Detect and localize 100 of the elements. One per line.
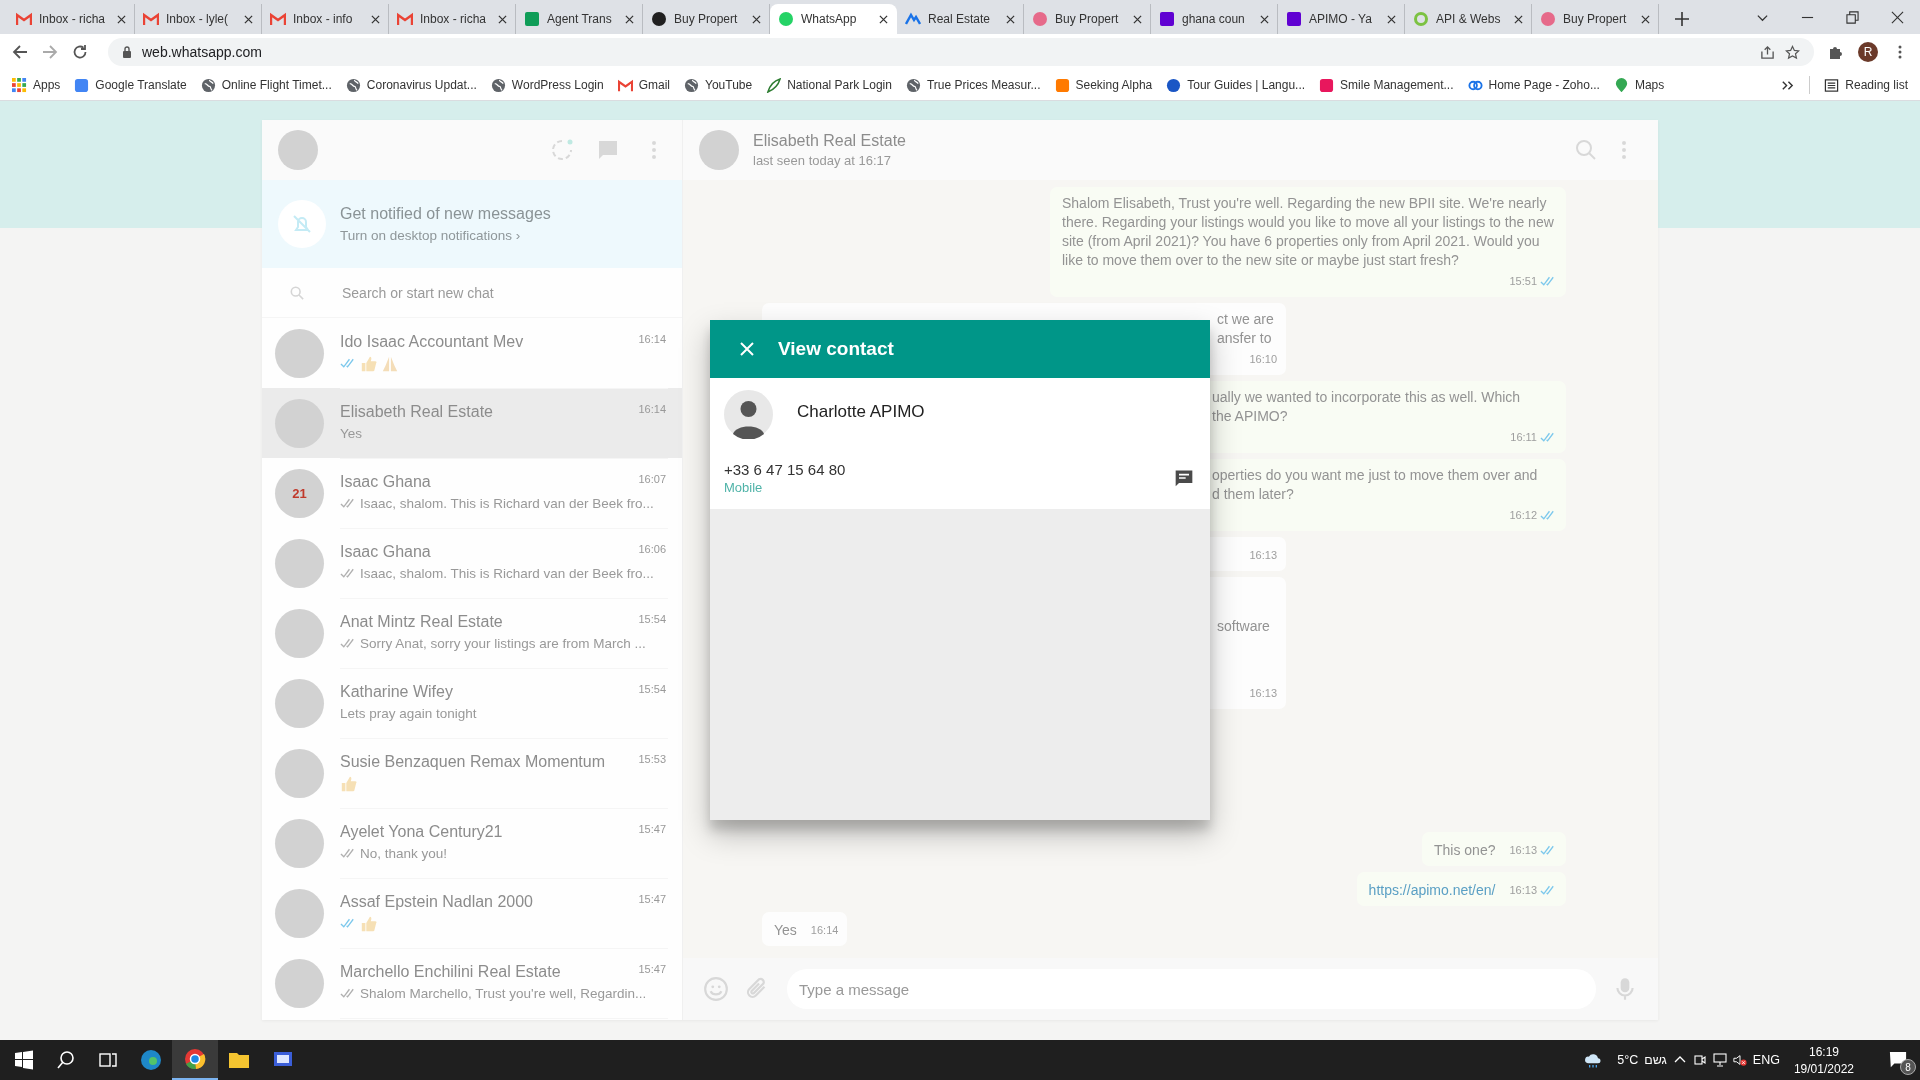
clock[interactable]: 16:19 19/01/2022 (1793, 1044, 1854, 1076)
close-icon[interactable] (1006, 14, 1015, 24)
search-icon (290, 285, 304, 300)
chat-list-item[interactable]: 21 Isaac Ghana 16:07 Isaac, shalom. This is Richard van der Beek fro... (262, 458, 682, 528)
lock-icon (122, 46, 132, 58)
search-icon[interactable] (56, 1050, 76, 1070)
search-field[interactable]: Search or start new chat (340, 283, 644, 302)
tab-title: Inbox - richa (420, 12, 488, 26)
language-indicator[interactable]: ENG (1752, 1053, 1780, 1067)
temperature-text: 5°C (1617, 1053, 1639, 1067)
tab-title: Real Estate (928, 12, 992, 26)
chat-name: Isaac Ghana (340, 542, 431, 561)
tab-title: APIMO - Ya (1309, 12, 1373, 26)
app-icon (139, 1048, 163, 1072)
chat-name: Ido Isaac Accountant Mev (340, 332, 524, 351)
site-icon (1319, 77, 1335, 93)
message-preview: No, thank you! (360, 846, 448, 861)
tab-title: Inbox - info (293, 12, 354, 26)
chat-time: 16:06 (638, 542, 667, 557)
star-icon[interactable] (1785, 44, 1800, 60)
thumbs-up-icon (340, 774, 358, 793)
close-icon[interactable] (752, 14, 761, 24)
close-icon[interactable] (1641, 14, 1650, 24)
bookmark-link[interactable]: Gmail (617, 77, 671, 93)
close-icon[interactable] (1133, 14, 1142, 24)
camera-icon[interactable] (1692, 1053, 1707, 1067)
profile-avatar[interactable]: R (1858, 42, 1878, 62)
close-icon[interactable] (498, 14, 507, 24)
favicon-icon (143, 11, 159, 27)
close-icon[interactable] (1891, 10, 1904, 24)
message-text: Shalom Elisabeth, Trust you're well. Regarding the new BPII site. We're nearly there. Regarding your listings would you like to move all your listings to the new site (from April 2021)? You have 6 properties only from April 2021. Would you like to move them over to the new site or maybe just start fresh? (1062, 194, 1555, 270)
network-icon[interactable] (1712, 1053, 1727, 1067)
plus-icon[interactable] (1675, 12, 1689, 26)
chat-name: Assaf Epstein Nadlan 2000 (340, 892, 533, 911)
message-preview: Shalom Marchello, Trust you're well, Regardin... (360, 986, 647, 1001)
windows-logo-icon[interactable] (14, 1050, 34, 1070)
bookmark-link[interactable]: Maps (1613, 77, 1665, 93)
chat-time: 15:47 (638, 962, 667, 977)
favicon-icon (1413, 11, 1429, 27)
avatar (275, 538, 324, 588)
close-icon[interactable] (1260, 14, 1269, 24)
bookmark-link[interactable]: Coronavirus Updat... (345, 77, 477, 93)
globe-icon (684, 77, 700, 93)
address-bar[interactable]: web.whatsapp.com (108, 38, 1814, 66)
reading-list-button[interactable]: Reading list (1824, 77, 1908, 93)
bookmark-link[interactable]: National Park Login (766, 77, 892, 93)
favicon-icon (1540, 11, 1556, 27)
task-view-icon[interactable] (98, 1050, 118, 1070)
notification-count: 8 (1900, 1059, 1916, 1075)
weather-text: גשם (1644, 1053, 1667, 1067)
message-text: ct we are ansfer to (1217, 310, 1275, 348)
message-icon[interactable] (1174, 468, 1194, 488)
muted-speaker-icon[interactable] (1732, 1053, 1747, 1067)
bookmark-link[interactable]: Smile Management... (1319, 77, 1454, 93)
globe-icon (200, 77, 216, 93)
chat-time: 16:14 (638, 402, 667, 417)
taskbar-app[interactable] (172, 1040, 218, 1080)
grid-icon (12, 77, 27, 93)
muted-bell-icon (278, 200, 326, 248)
back-arrow-icon[interactable] (12, 44, 28, 60)
close-icon[interactable] (625, 14, 634, 24)
chat-time: 15:54 (638, 612, 667, 627)
bookmark-link[interactable]: Home Page - Zoho... (1467, 77, 1600, 93)
chat-name: Elisabeth Real Estate (340, 402, 493, 421)
puzzle-icon[interactable] (1828, 44, 1844, 60)
bookmark-link[interactable]: WordPress Login (490, 77, 604, 93)
message-text: operties do you want me just to move them over and d them later? (1212, 466, 1539, 504)
close-icon[interactable] (244, 14, 253, 24)
chat-name: Isaac Ghana (340, 472, 431, 491)
bookmark-link[interactable]: YouTube (684, 77, 753, 93)
favicon-icon (1286, 11, 1302, 27)
notification-center-button[interactable]: 8 (1876, 1040, 1920, 1080)
chat-name: Katharine Wifey (340, 682, 453, 701)
list-icon (1824, 77, 1840, 93)
browser-tab[interactable]: WhatsApp (770, 4, 897, 34)
dialog-title: View contact (778, 338, 894, 360)
message-time: 16:11 (1510, 430, 1537, 445)
bookmark-link[interactable]: Apps (12, 77, 61, 93)
message-time: 16:10 (1249, 352, 1277, 367)
close-icon[interactable] (879, 14, 888, 24)
bookmark-link[interactable]: True Prices Measur... (905, 77, 1041, 93)
restore-icon[interactable] (1846, 10, 1859, 24)
avatar (275, 888, 324, 938)
avatar (275, 328, 324, 378)
close-icon[interactable] (1514, 14, 1523, 24)
message-input[interactable]: Type a message (787, 969, 1596, 1009)
speech-bubble-icon (1889, 1051, 1907, 1069)
app-icon (183, 1047, 207, 1071)
share-icon[interactable] (1760, 44, 1775, 60)
close-icon[interactable] (117, 14, 126, 24)
favicon-icon (524, 11, 540, 27)
tab-title: API & Webs (1436, 12, 1502, 26)
bookmark-link[interactable]: Google Translate (74, 77, 187, 93)
bookmark-link[interactable]: Seeking Alpha (1054, 77, 1153, 93)
globe-icon (905, 77, 921, 93)
reload-icon[interactable] (72, 44, 88, 60)
bookmark-link[interactable]: Tour Guides | Langu... (1166, 77, 1306, 93)
bookmark-link[interactable]: Online Flight Timet... (200, 77, 332, 93)
close-icon[interactable] (1387, 14, 1396, 24)
close-icon[interactable] (371, 14, 380, 24)
